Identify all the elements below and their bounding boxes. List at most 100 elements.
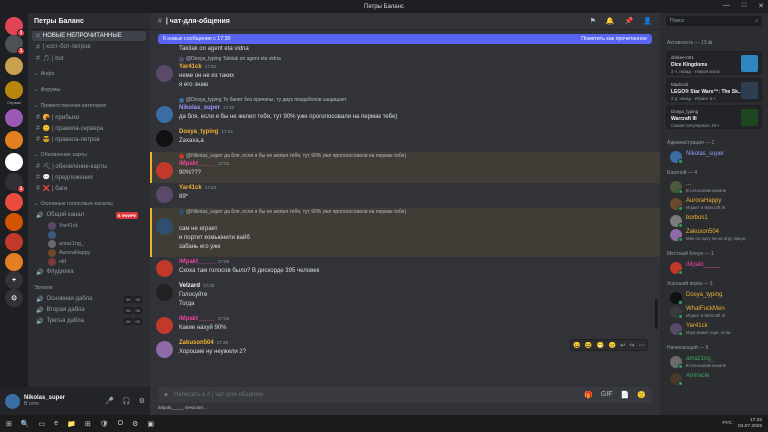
member-item[interactable]: borbos1 — [670, 214, 762, 228]
task-view-icon[interactable]: ▭ — [39, 420, 46, 428]
channel-item[interactable]: # 💬 | предложения — [32, 172, 146, 182]
server-icon[interactable] — [5, 193, 23, 211]
member-item[interactable]: iMpakt_____ — [670, 261, 762, 275]
member-item[interactable]: WhatFuckMen Играет в Warcraft III — [670, 305, 762, 319]
avatar[interactable] — [156, 260, 173, 277]
reply-preview[interactable]: @Nikolas_super да бля, если я бы не жели… — [179, 209, 406, 215]
category-header[interactable]: Эрполи — [28, 282, 150, 293]
author-name[interactable]: iMpakt_____ 17:25 — [179, 316, 229, 322]
channel-item[interactable]: # 😎 | правила-петров — [32, 134, 146, 144]
server-icon[interactable] — [5, 81, 23, 99]
steam-icon[interactable]: ⚙ — [132, 420, 138, 428]
server-icon[interactable]: 1 — [5, 35, 25, 55]
scrollbar[interactable] — [655, 299, 658, 329]
attach-plus-icon[interactable]: + — [164, 392, 168, 399]
avatar[interactable] — [156, 106, 173, 123]
message-input[interactable]: Написать в # | чат-для-общения — [174, 392, 263, 398]
server-icon[interactable]: ⊙ — [5, 289, 23, 307]
sticker-icon[interactable]: 📄 — [621, 391, 630, 399]
message[interactable]: @Nikolas_super да бля, если я бы не жели… — [150, 209, 650, 257]
author-name[interactable]: Yar41ck 17:22 — [179, 64, 216, 70]
message[interactable]: Takitak on agent eta vidna — [150, 45, 650, 54]
member-item[interactable]: amaz1ng_ В голосовом канале — [670, 355, 762, 369]
message[interactable]: @Dosya_typing Takitak on agent eta vidna… — [150, 56, 650, 95]
author-name[interactable]: iMpakt_____ 17:23 — [179, 161, 229, 167]
voice-channel[interactable]: 🔊 Основная дабла 00 00 — [32, 294, 146, 304]
author-name[interactable]: Nikolas_super 17:22 — [179, 105, 234, 111]
channel-item[interactable]: # НОВЫЕ НЕПРОЧИТАННЫЕ — [32, 31, 146, 41]
headphones-icon[interactable]: 🎧 — [122, 397, 131, 405]
server-icon[interactable] — [5, 131, 23, 149]
voice-user[interactable]: AuroraHappy — [28, 248, 150, 257]
message[interactable]: Dosya_typing 17:23 Zaxaxa,a — [150, 129, 650, 151]
explorer-icon[interactable]: 📁 — [67, 420, 76, 428]
voice-user[interactable]: nift — [28, 257, 150, 266]
gear-icon[interactable]: ⚙ — [139, 397, 145, 405]
avatar[interactable] — [156, 317, 173, 334]
avatar[interactable] — [156, 186, 173, 203]
avatar[interactable] — [5, 393, 20, 409]
category-header[interactable]: ⌄ Основные голосовые каналы — [28, 198, 150, 209]
avatar[interactable] — [156, 65, 173, 82]
reply-preview[interactable]: @Dosya_typing То банят без причины, ту д… — [179, 97, 347, 103]
reaction-laugh-icon[interactable]: 😄 — [573, 342, 580, 349]
channel-item[interactable]: # 🙂 | правила-сервера — [32, 123, 146, 133]
message[interactable]: @Dosya_typing То банят без причины, ту д… — [150, 97, 650, 127]
message[interactable]: @Nikolas_super да бля, если я бы не жели… — [150, 153, 650, 183]
server-icon[interactable] — [5, 153, 23, 171]
channel-item[interactable]: # 🎵 | bot — [32, 53, 146, 63]
member-item[interactable]: Nikolas_super — [670, 150, 762, 164]
category-header[interactable]: ⌄ Приветственная категория — [28, 100, 150, 111]
author-name[interactable]: Zakuson504 17:26 — [179, 340, 228, 346]
clock[interactable]: 17:32 04.07.2025 — [738, 418, 762, 430]
author-name[interactable] — [179, 217, 182, 223]
avatar[interactable] — [156, 130, 173, 147]
mark-read-button[interactable]: Пометить как прочитанное — [581, 36, 647, 42]
author-name[interactable]: Yar41ck 17:23 — [179, 185, 216, 191]
message[interactable]: Velzard 17:25 Голосуйте Тогда — [150, 283, 650, 314]
edge-icon[interactable]: e — [54, 420, 58, 428]
message[interactable]: iMpakt_____ 17:25 Скока там голосов было? … — [150, 259, 650, 281]
member-item[interactable]: Yar41ck Игра может ещё, если — [670, 322, 762, 336]
author-name[interactable]: Velzard 17:25 — [179, 283, 214, 289]
pin-icon[interactable]: 📌 — [625, 17, 634, 25]
activity-card[interactable]: Madcroil LEGO® Star Wars™: The Sk... 2 д. … — [666, 78, 762, 102]
avatar[interactable] — [156, 218, 173, 235]
reply-icon[interactable]: ↩ — [620, 342, 625, 349]
maximize-button[interactable]: □ — [742, 2, 746, 10]
voice-user[interactable]: Yar41ck — [28, 221, 150, 230]
store-icon[interactable]: ⊞ — [85, 420, 91, 428]
voice-channel[interactable]: 🔊 Третья дабла 00 00 — [32, 316, 146, 326]
language-indicator[interactable]: РУС — [722, 421, 732, 426]
member-item[interactable]: ... В голосовом канале — [670, 180, 762, 194]
message[interactable]: iMpakt_____ 17:25 Какие нахуй 90% — [150, 316, 650, 338]
voice-channel[interactable]: 🔊 Вторая дабла 00 00 — [32, 305, 146, 315]
gif-icon[interactable]: GIF — [601, 391, 613, 399]
reply-preview[interactable]: @Dosya_typing Takitak on agent eta vidna — [179, 56, 281, 62]
voice-user[interactable]: amaz1ng_ — [28, 239, 150, 248]
avatar[interactable] — [156, 284, 173, 301]
author-name[interactable]: Dosya_typing 17:23 — [179, 129, 233, 135]
author-name[interactable]: iMpakt_____ 17:25 — [179, 259, 229, 265]
server-icon[interactable] — [5, 253, 23, 271]
defender-icon[interactable]: 🛡 — [100, 420, 109, 428]
avatar[interactable] — [156, 341, 173, 358]
voice-user[interactable] — [28, 230, 150, 239]
channel-item[interactable]: # ❌ | баги — [32, 183, 146, 193]
search-icon[interactable]: 🔍 — [21, 420, 30, 428]
server-icon[interactable] — [5, 109, 23, 127]
member-item[interactable]: Zakuson504 Мне по носу на на игру, какую — [670, 228, 762, 242]
reaction-grin-icon[interactable]: 😆 — [585, 342, 592, 349]
threads-icon[interactable]: ⚑ — [590, 17, 596, 25]
more-icon[interactable]: ⋯ — [639, 342, 645, 349]
discord-icon[interactable]: ▣ — [147, 420, 154, 428]
add-reaction-icon[interactable]: 😐 — [608, 342, 615, 349]
server-icon[interactable] — [5, 233, 23, 251]
minimize-button[interactable]: — — [723, 2, 730, 10]
category-header[interactable]: ⌄ Инфо — [28, 68, 150, 79]
reaction-smile-icon[interactable]: 😁 — [597, 342, 604, 349]
message[interactable]: Yar41ck 17:23 89* — [150, 185, 650, 207]
member-item[interactable]: Amiracle — [670, 372, 762, 386]
channel-item[interactable]: # 🥐 | прибыхи — [32, 112, 146, 122]
category-header[interactable]: ⌄ Обновление карты — [28, 149, 150, 160]
